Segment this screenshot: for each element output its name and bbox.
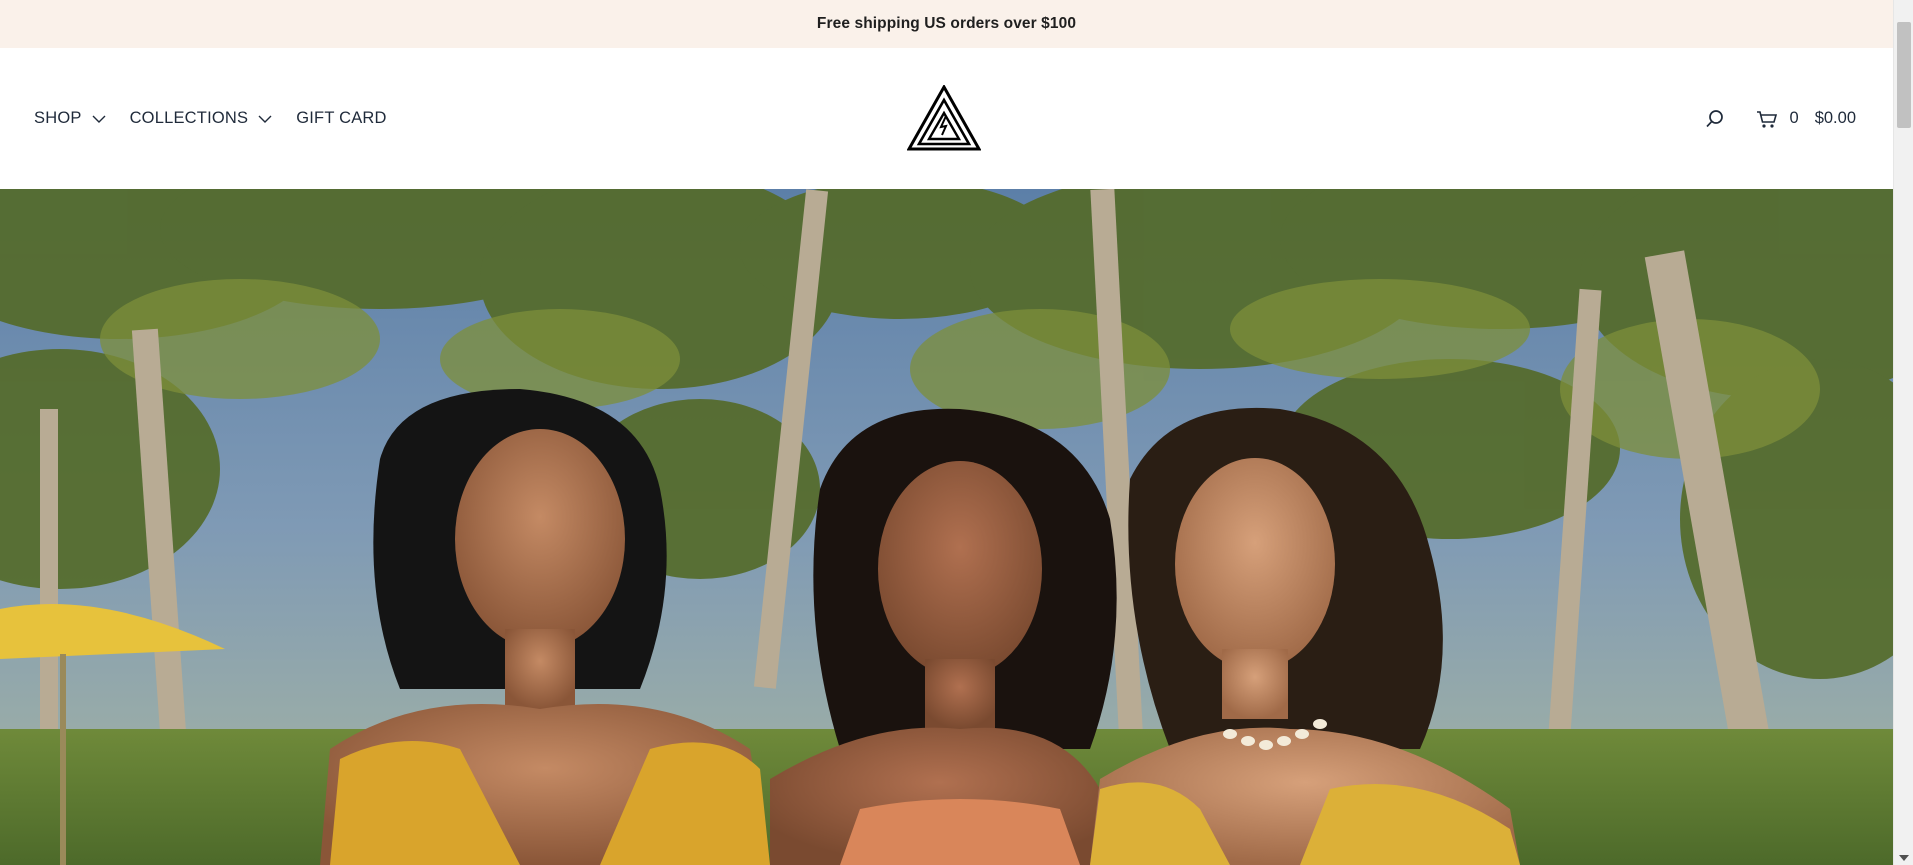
hero-illustration [0, 189, 1893, 865]
announcement-bar: Free shipping US orders over $100 [0, 0, 1893, 48]
nav-item-label: GIFT CARD [296, 109, 387, 127]
header-actions: 0 $0.00 [1704, 48, 1856, 189]
scrollbar-thumb[interactable] [1897, 22, 1911, 128]
nav-item-label: COLLECTIONS [129, 109, 249, 127]
announcement-text: Free shipping US orders over $100 [816, 15, 1077, 32]
hero-image [0, 189, 1893, 865]
main-nav: SHOP COLLECTIONS GIFT CARD [34, 48, 411, 189]
nav-item-shop[interactable]: SHOP [34, 109, 106, 128]
page-scrollbar[interactable] [1893, 0, 1913, 865]
nav-item-collections[interactable]: COLLECTIONS [130, 109, 273, 128]
chevron-down-icon [258, 115, 272, 123]
cart-total: $0.00 [1814, 109, 1856, 127]
page-content: Free shipping US orders over $100 SHOP C… [0, 0, 1893, 865]
page: Free shipping US orders over $100 SHOP C… [0, 0, 1913, 865]
logo-svg [906, 83, 982, 151]
cart-button[interactable]: 0 $0.00 [1756, 108, 1856, 130]
search-icon[interactable] [1704, 108, 1726, 130]
cart-icon [1756, 110, 1777, 128]
site-header: SHOP COLLECTIONS GIFT CARD 0 $0.00 [0, 48, 1893, 189]
scroll-down-arrow-icon[interactable] [1899, 855, 1909, 861]
triangle-logo-icon[interactable] [906, 83, 982, 151]
chevron-down-icon [92, 115, 106, 123]
cart-count: 0 [1789, 109, 1799, 127]
nav-item-gift-card[interactable]: GIFT CARD [296, 109, 386, 128]
nav-item-label: SHOP [34, 109, 82, 127]
